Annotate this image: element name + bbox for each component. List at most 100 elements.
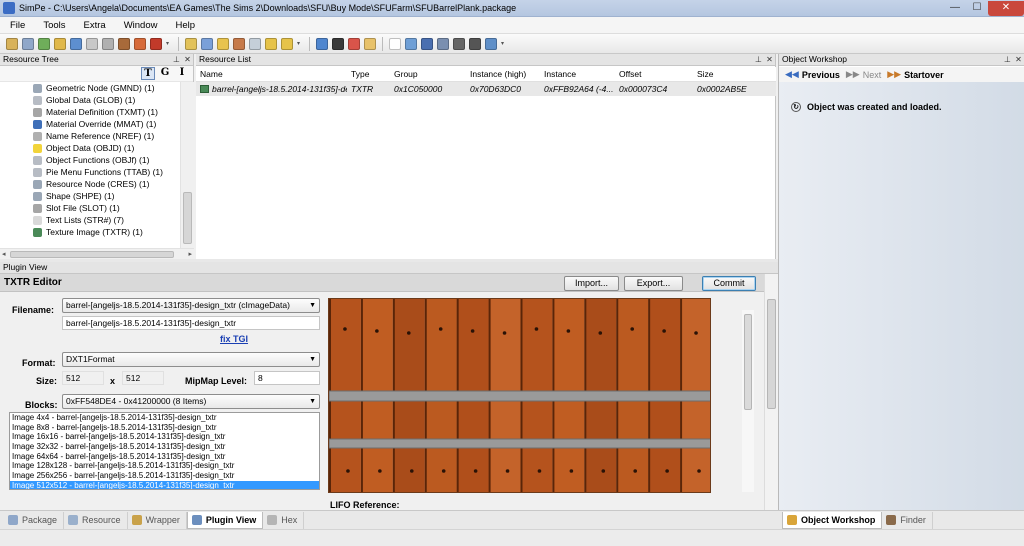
search-icon[interactable] bbox=[70, 37, 82, 50]
tree-item[interactable]: Pie Menu Functions (TTAB) (1) bbox=[0, 166, 180, 178]
close-icon[interactable]: ✕ bbox=[764, 54, 775, 65]
close-icon[interactable]: ✕ bbox=[182, 54, 193, 65]
tool-icon[interactable] bbox=[150, 37, 162, 50]
tree-item[interactable]: Slot File (SLOT) (1) bbox=[0, 202, 180, 214]
tree-item[interactable]: Shape (SHPE) (1) bbox=[0, 190, 180, 202]
copy-icon[interactable] bbox=[102, 37, 114, 50]
eraser-icon[interactable] bbox=[364, 37, 376, 50]
scroll-thumb[interactable] bbox=[10, 251, 174, 258]
list-item[interactable]: Image 256x256 - barrel-[angeljs-18.5.201… bbox=[10, 471, 319, 481]
tree-item[interactable]: Material Definition (TXMT) (1) bbox=[0, 106, 180, 118]
type-view-button[interactable]: T bbox=[141, 67, 155, 80]
wizard-icon[interactable] bbox=[54, 37, 66, 50]
close-file-icon[interactable] bbox=[453, 37, 465, 50]
list-item[interactable]: Image 4x4 - barrel-[angeljs-18.5.2014-13… bbox=[10, 413, 319, 423]
close-button[interactable]: ✕ bbox=[988, 0, 1024, 16]
scroll-right-icon[interactable]: ▸ bbox=[188, 250, 192, 258]
minimize-button[interactable]: — bbox=[944, 1, 966, 16]
folder-icon[interactable] bbox=[185, 37, 197, 50]
tree-item[interactable]: Texture Image (TXTR) (1) bbox=[0, 226, 180, 238]
new-document-icon[interactable] bbox=[389, 37, 401, 50]
list-item[interactable]: Image 32x32 - barrel-[angeljs-18.5.2014-… bbox=[10, 442, 319, 452]
scroll-thumb[interactable] bbox=[744, 314, 752, 410]
previous-button[interactable]: ◀◀ Previous bbox=[785, 69, 840, 80]
globe-icon[interactable] bbox=[485, 37, 497, 50]
open-package-icon[interactable] bbox=[6, 37, 18, 50]
cut-icon[interactable] bbox=[86, 37, 98, 50]
next-button[interactable]: ▶▶ Next bbox=[846, 69, 881, 80]
fix-tgi-link[interactable]: fix TGI bbox=[220, 334, 248, 344]
menu-tools[interactable]: Tools bbox=[33, 20, 73, 31]
mipmap-field[interactable]: 8 bbox=[254, 371, 320, 385]
image-icon[interactable] bbox=[118, 37, 130, 50]
width-field[interactable]: 512 bbox=[62, 371, 104, 385]
column-instance[interactable]: Instance bbox=[540, 67, 615, 81]
scroll-thumb[interactable] bbox=[183, 192, 192, 244]
mail-icon[interactable] bbox=[265, 37, 277, 50]
maximize-button[interactable]: ☐ bbox=[966, 1, 988, 16]
note-icon[interactable] bbox=[249, 37, 261, 50]
hat-icon[interactable] bbox=[332, 37, 344, 50]
delete-icon[interactable] bbox=[348, 37, 360, 50]
tree-horizontal-scrollbar[interactable]: ◂ ▸ bbox=[0, 248, 194, 259]
column-offset[interactable]: Offset bbox=[615, 67, 693, 81]
menu-extra[interactable]: Extra bbox=[74, 20, 114, 31]
save-icon[interactable] bbox=[201, 37, 213, 50]
import-button[interactable]: Import... bbox=[564, 276, 619, 291]
format-select[interactable]: DXT1Format ▼ bbox=[62, 352, 320, 367]
tree-vertical-scrollbar[interactable] bbox=[180, 82, 194, 248]
list-item[interactable]: Image 512x512 - barrel-[angeljs-18.5.201… bbox=[10, 480, 319, 489]
blocks-select[interactable]: 0xFF548DE4 - 0x41200000 (8 Items) ▼ bbox=[62, 394, 320, 409]
menu-file[interactable]: File bbox=[0, 20, 33, 31]
column-size[interactable]: Size bbox=[693, 67, 776, 81]
browse-icon[interactable] bbox=[22, 37, 34, 50]
export-button[interactable]: Export... bbox=[624, 276, 683, 291]
menu-help[interactable]: Help bbox=[165, 20, 203, 31]
table-row[interactable]: barrel-[angeljs-18.5.2014-131f35]-de... … bbox=[196, 82, 776, 96]
pin-icon[interactable]: ⊥ bbox=[1002, 54, 1013, 65]
list-item[interactable]: Image 8x8 - barrel-[angeljs-18.5.2014-13… bbox=[10, 423, 319, 433]
people-icon[interactable] bbox=[134, 37, 146, 50]
startover-button[interactable]: ▶▶ Startover bbox=[887, 69, 943, 80]
toolbar-grip-icon[interactable]: ▾ bbox=[166, 40, 172, 48]
open-file-icon[interactable] bbox=[405, 37, 417, 50]
menu-window[interactable]: Window bbox=[114, 20, 166, 31]
save-all-icon[interactable] bbox=[437, 37, 449, 50]
tree-item[interactable]: Text Lists (STR#) (7) bbox=[0, 214, 180, 226]
tree-item[interactable]: Object Functions (OBJf) (1) bbox=[0, 154, 180, 166]
preview-vertical-scrollbar[interactable] bbox=[742, 310, 754, 492]
tree-item[interactable]: Material Override (MMAT) (1) bbox=[0, 118, 180, 130]
package-icon[interactable] bbox=[217, 37, 229, 50]
tree-item[interactable]: Geometric Node (GMND) (1) bbox=[0, 82, 180, 94]
refresh-icon[interactable] bbox=[316, 37, 328, 50]
tab-resource[interactable]: Resource bbox=[64, 511, 128, 529]
commit-button[interactable]: Commit bbox=[702, 276, 756, 291]
scroll-thumb[interactable] bbox=[767, 299, 776, 409]
tab-plugin-view[interactable]: Plugin View bbox=[186, 511, 264, 529]
lot-icon[interactable] bbox=[233, 37, 245, 50]
tab-finder[interactable]: Finder bbox=[882, 511, 933, 529]
scroll-left-icon[interactable]: ◂ bbox=[2, 250, 6, 258]
save-file-icon[interactable] bbox=[421, 37, 433, 50]
toolbar-grip-icon[interactable]: ▾ bbox=[297, 40, 303, 48]
tree-item[interactable]: Global Data (GLOB) (1) bbox=[0, 94, 180, 106]
column-name[interactable]: Name bbox=[196, 67, 347, 81]
tab-object-workshop[interactable]: Object Workshop bbox=[782, 511, 883, 529]
height-field[interactable]: 512 bbox=[122, 371, 164, 385]
instance-view-button[interactable]: I bbox=[175, 67, 189, 80]
filename-select[interactable]: barrel-[angeljs-18.5.2014-131f35]-design… bbox=[62, 298, 320, 313]
tree-item[interactable]: Resource Node (CRES) (1) bbox=[0, 178, 180, 190]
close-icon[interactable]: ✕ bbox=[1013, 54, 1024, 65]
filename-field[interactable]: barrel-[angeljs-18.5.2014-131f35]-design… bbox=[62, 316, 320, 330]
pin-icon[interactable]: ⊥ bbox=[171, 54, 182, 65]
list-item[interactable]: Image 128x128 - barrel-[angeljs-18.5.201… bbox=[10, 461, 319, 471]
pin-icon[interactable]: ⊥ bbox=[753, 54, 764, 65]
group-view-button[interactable]: G bbox=[158, 67, 172, 80]
recycle-icon[interactable] bbox=[38, 37, 50, 50]
column-instance-high[interactable]: Instance (high) bbox=[466, 67, 540, 81]
list-item[interactable]: Image 64x64 - barrel-[angeljs-18.5.2014-… bbox=[10, 452, 319, 462]
tab-package[interactable]: Package bbox=[4, 511, 65, 529]
toolbar-grip-icon[interactable]: ▾ bbox=[501, 40, 507, 48]
tab-hex[interactable]: Hex bbox=[263, 511, 305, 529]
tree-item[interactable]: Name Reference (NREF) (1) bbox=[0, 130, 180, 142]
